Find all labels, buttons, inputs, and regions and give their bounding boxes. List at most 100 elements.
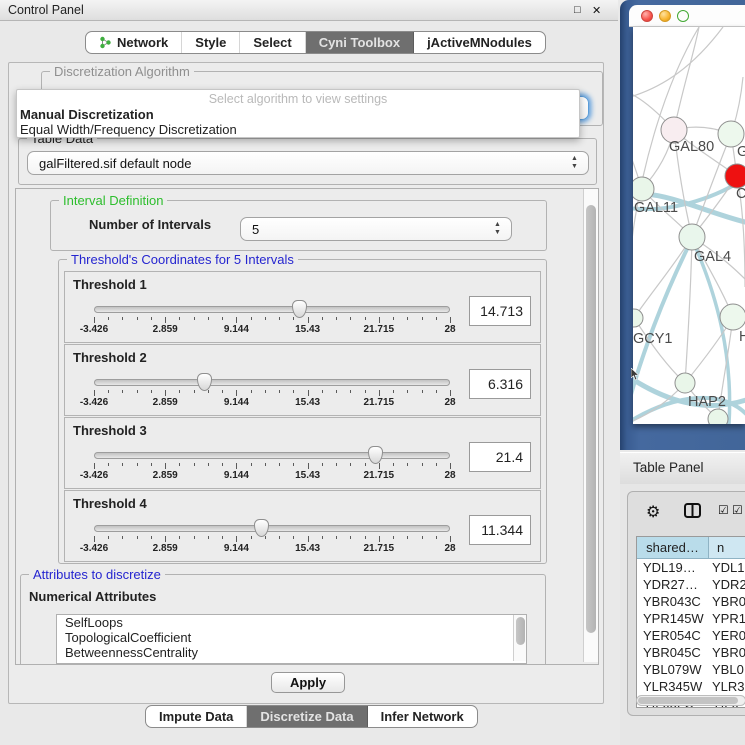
table-row[interactable]: YLR345WYLR3 [637,678,745,695]
tab-jactivemnodules-label: jActiveMNodules [427,32,532,53]
tab-select-label: Select [253,32,291,53]
cell-name[interactable]: YDL1 [708,559,745,576]
tab-discretize-data-label: Discretize Data [260,706,353,727]
network-node[interactable] [725,164,745,188]
tab-jactivemnodules[interactable]: jActiveMNodules [414,32,545,53]
cyni-toolbox-panel: Discretization Algorithm ▲▼ Select algor… [8,62,604,704]
tab-infer-network-label: Infer Network [381,706,464,727]
cell-name[interactable]: YDR2 [708,576,745,593]
cell-shared-name[interactable]: YDL19… [637,559,708,576]
tick-label: 15.43 [295,470,320,481]
column-header-shared[interactable]: shared… [637,537,709,558]
bottom-tabs: Impute Data Discretize Data Infer Networ… [145,705,478,728]
close-traffic-light-icon[interactable] [641,10,653,22]
gear-icon[interactable]: ⚙ [646,502,660,522]
network-node[interactable] [720,304,745,330]
cell-shared-name[interactable]: YDR27… [637,576,708,593]
tab-infer-network[interactable]: Infer Network [368,706,477,727]
threshold-3-slider[interactable] [94,452,450,459]
control-panel-tabs: Network Style Select Cyni Toolbox jActiv… [85,31,546,54]
horizontal-scrollbar-thumb[interactable] [638,697,738,704]
threshold-4-thumb[interactable] [254,519,269,537]
network-window-titlebar[interactable] [629,5,745,27]
network-node[interactable] [675,373,695,393]
dropdown-option-equal-width[interactable]: Equal Width/Frequency Discretization [20,122,237,137]
table-row[interactable]: YPR145WYPR1 [637,610,745,627]
threshold-4-slider[interactable] [94,525,450,532]
cell-shared-name[interactable]: YER054C [637,627,708,644]
network-node[interactable] [679,224,705,250]
cell-name[interactable]: YBR0 [708,593,745,610]
split-columns-icon[interactable] [684,503,701,518]
column-header-name[interactable]: n [709,537,745,558]
close-icon[interactable]: ✕ [592,4,601,17]
attribute-list-item[interactable]: TopologicalCoefficient [57,630,526,645]
tick-label: 21.715 [364,470,395,481]
cell-name[interactable]: YBR0 [708,644,745,661]
threshold-1-value[interactable]: 14.713 [469,296,531,326]
threshold-3-thumb[interactable] [368,446,383,464]
cell-name[interactable]: YPR1 [708,610,745,627]
slider-tick-labels: -3.4262.8599.14415.4321.71528 [94,397,450,409]
tab-network-label: Network [117,32,168,53]
table-row[interactable]: YDL19…YDL1 [637,559,745,576]
attribute-list-item[interactable]: BetweennessCentrality [57,645,526,660]
threshold-4-label: Threshold 4 [73,496,147,511]
num-intervals-combobox[interactable]: 5 ▲▼ [240,217,512,241]
minimize-traffic-light-icon[interactable] [659,10,671,22]
tick-label: 15.43 [295,397,320,408]
tab-cyni-toolbox[interactable]: Cyni Toolbox [306,32,414,53]
list-scrollbar-thumb[interactable] [516,617,525,645]
checkbox-icon[interactable]: ☑ [718,504,729,516]
threshold-1-slider[interactable] [94,306,450,313]
network-node-label: GAL4 [694,249,731,265]
cell-name[interactable]: YLR3 [708,678,745,695]
table-row[interactable]: YBR043CYBR0 [637,593,745,610]
num-intervals-label: Number of Intervals [89,217,211,232]
attribute-list-item[interactable]: SelfLoops [57,615,526,630]
scrollbar-thumb[interactable] [586,205,596,633]
tick-label: -3.426 [80,324,108,335]
table-data-combobox[interactable]: galFiltered.sif default node ▲▼ [27,151,589,175]
tab-style[interactable]: Style [182,32,240,53]
node-table[interactable]: shared… n YDL19…YDL1YDR27…YDR2YBR043CYBR… [636,536,745,708]
cell-name[interactable]: YER0 [708,627,745,644]
tab-select[interactable]: Select [240,32,305,53]
cell-shared-name[interactable]: YPR145W [637,610,708,627]
table-row[interactable]: YBL079WYBL0 [637,661,745,678]
zoom-traffic-light-icon[interactable] [677,10,689,22]
float-window-icon[interactable]: □ [574,4,581,16]
network-node[interactable] [633,177,654,201]
threshold-4-value[interactable]: 11.344 [469,515,531,545]
threshold-2-thumb[interactable] [197,373,212,391]
cell-shared-name[interactable]: YBL079W [637,661,708,678]
network-node[interactable] [633,309,643,327]
threshold-2-box: Threshold 2 -3.4262.8599.14415.4321.7152… [64,344,541,416]
list-scrollbar[interactable] [513,615,526,661]
horizontal-scrollbar[interactable] [636,695,745,706]
table-row[interactable]: YER054CYER0 [637,627,745,644]
numerical-attributes-list[interactable]: SelfLoopsTopologicalCoefficientBetweenne… [56,614,527,664]
vertical-scrollbar[interactable] [583,189,598,662]
cell-shared-name[interactable]: YBR043C [637,593,708,610]
table-row[interactable]: YBR045CYBR0 [637,644,745,661]
cell-shared-name[interactable]: YLR345W [637,678,708,695]
threshold-2-slider[interactable] [94,379,450,386]
network-node[interactable] [708,409,728,424]
table-row[interactable]: YDR27…YDR2 [637,576,745,593]
apply-button[interactable]: Apply [271,672,345,693]
tab-impute-data[interactable]: Impute Data [146,706,247,727]
checkbox-icon[interactable]: ☑ [732,504,743,516]
threshold-3-value[interactable]: 21.4 [469,442,531,472]
network-icon [99,36,112,49]
network-window[interactable]: GAL80GACGAL11GAL4GCY1HHAP2 [620,0,745,450]
threshold-1-thumb[interactable] [292,300,307,318]
network-canvas[interactable]: GAL80GACGAL11GAL4GCY1HHAP2 [633,27,745,424]
tab-network[interactable]: Network [86,32,182,53]
tab-discretize-data[interactable]: Discretize Data [247,706,367,727]
cell-shared-name[interactable]: YBR045C [637,644,708,661]
threshold-2-value[interactable]: 6.316 [469,369,531,399]
cell-name[interactable]: YBL0 [708,661,745,678]
slider-ticks [94,317,450,323]
dropdown-option-manual[interactable]: Manual Discretization [20,107,154,122]
